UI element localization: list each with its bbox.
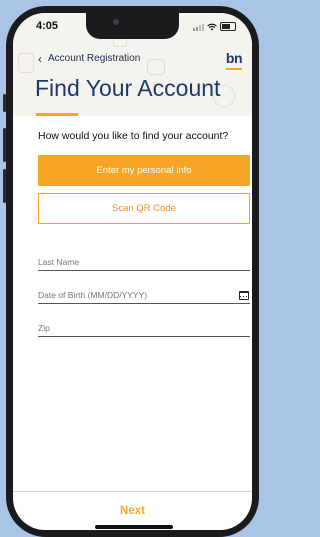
- zip-field[interactable]: Zip: [38, 322, 250, 337]
- battery-icon: [220, 22, 236, 31]
- date-of-birth-field[interactable]: Date of Birth (MM/DD/YYYY): [38, 289, 250, 304]
- volume-down-button: [3, 169, 6, 203]
- screen: 4:05 ‹ Account Registration bn Find Your…: [13, 13, 252, 530]
- decorative-doodle: [147, 59, 165, 75]
- last-name-placeholder: Last Name: [38, 257, 80, 267]
- next-button[interactable]: Next: [13, 505, 252, 517]
- mute-switch: [3, 94, 6, 112]
- enter-personal-info-button[interactable]: Enter my personal info: [38, 155, 250, 186]
- phone-frame: 4:05 ‹ Account Registration bn Find Your…: [3, 6, 259, 537]
- date-of-birth-placeholder: Date of Birth (MM/DD/YYYY): [38, 290, 148, 300]
- progress-step: [79, 113, 122, 116]
- back-button[interactable]: ‹ Account Registration: [38, 51, 141, 66]
- footer-divider: [13, 491, 252, 492]
- progress-step: [210, 113, 252, 116]
- wifi-icon: [207, 23, 217, 31]
- status-time: 4:05: [36, 20, 59, 32]
- logo-underline: [226, 68, 242, 70]
- calendar-icon[interactable]: [239, 291, 249, 300]
- progress-step: [123, 113, 165, 116]
- zip-placeholder: Zip: [38, 323, 50, 333]
- decorative-doodle: [18, 53, 34, 73]
- camera-dot: [113, 19, 119, 25]
- scan-qr-code-button[interactable]: Scan QR Code: [38, 193, 250, 224]
- volume-up-button: [3, 128, 6, 162]
- brand-logo: bn: [225, 50, 243, 66]
- notch: [86, 13, 179, 39]
- find-account-question: How would you like to find your account?: [38, 130, 229, 142]
- signal-icon: [193, 24, 204, 31]
- page-title: Find Your Account: [35, 75, 221, 101]
- progress-bar: [36, 113, 252, 116]
- progress-step: [166, 113, 209, 116]
- back-label: Account Registration: [48, 53, 141, 64]
- progress-step: [36, 113, 78, 116]
- last-name-field[interactable]: Last Name: [38, 256, 250, 271]
- chevron-left-icon: ‹: [38, 51, 42, 66]
- home-indicator: [95, 525, 173, 529]
- status-icons: [193, 22, 236, 31]
